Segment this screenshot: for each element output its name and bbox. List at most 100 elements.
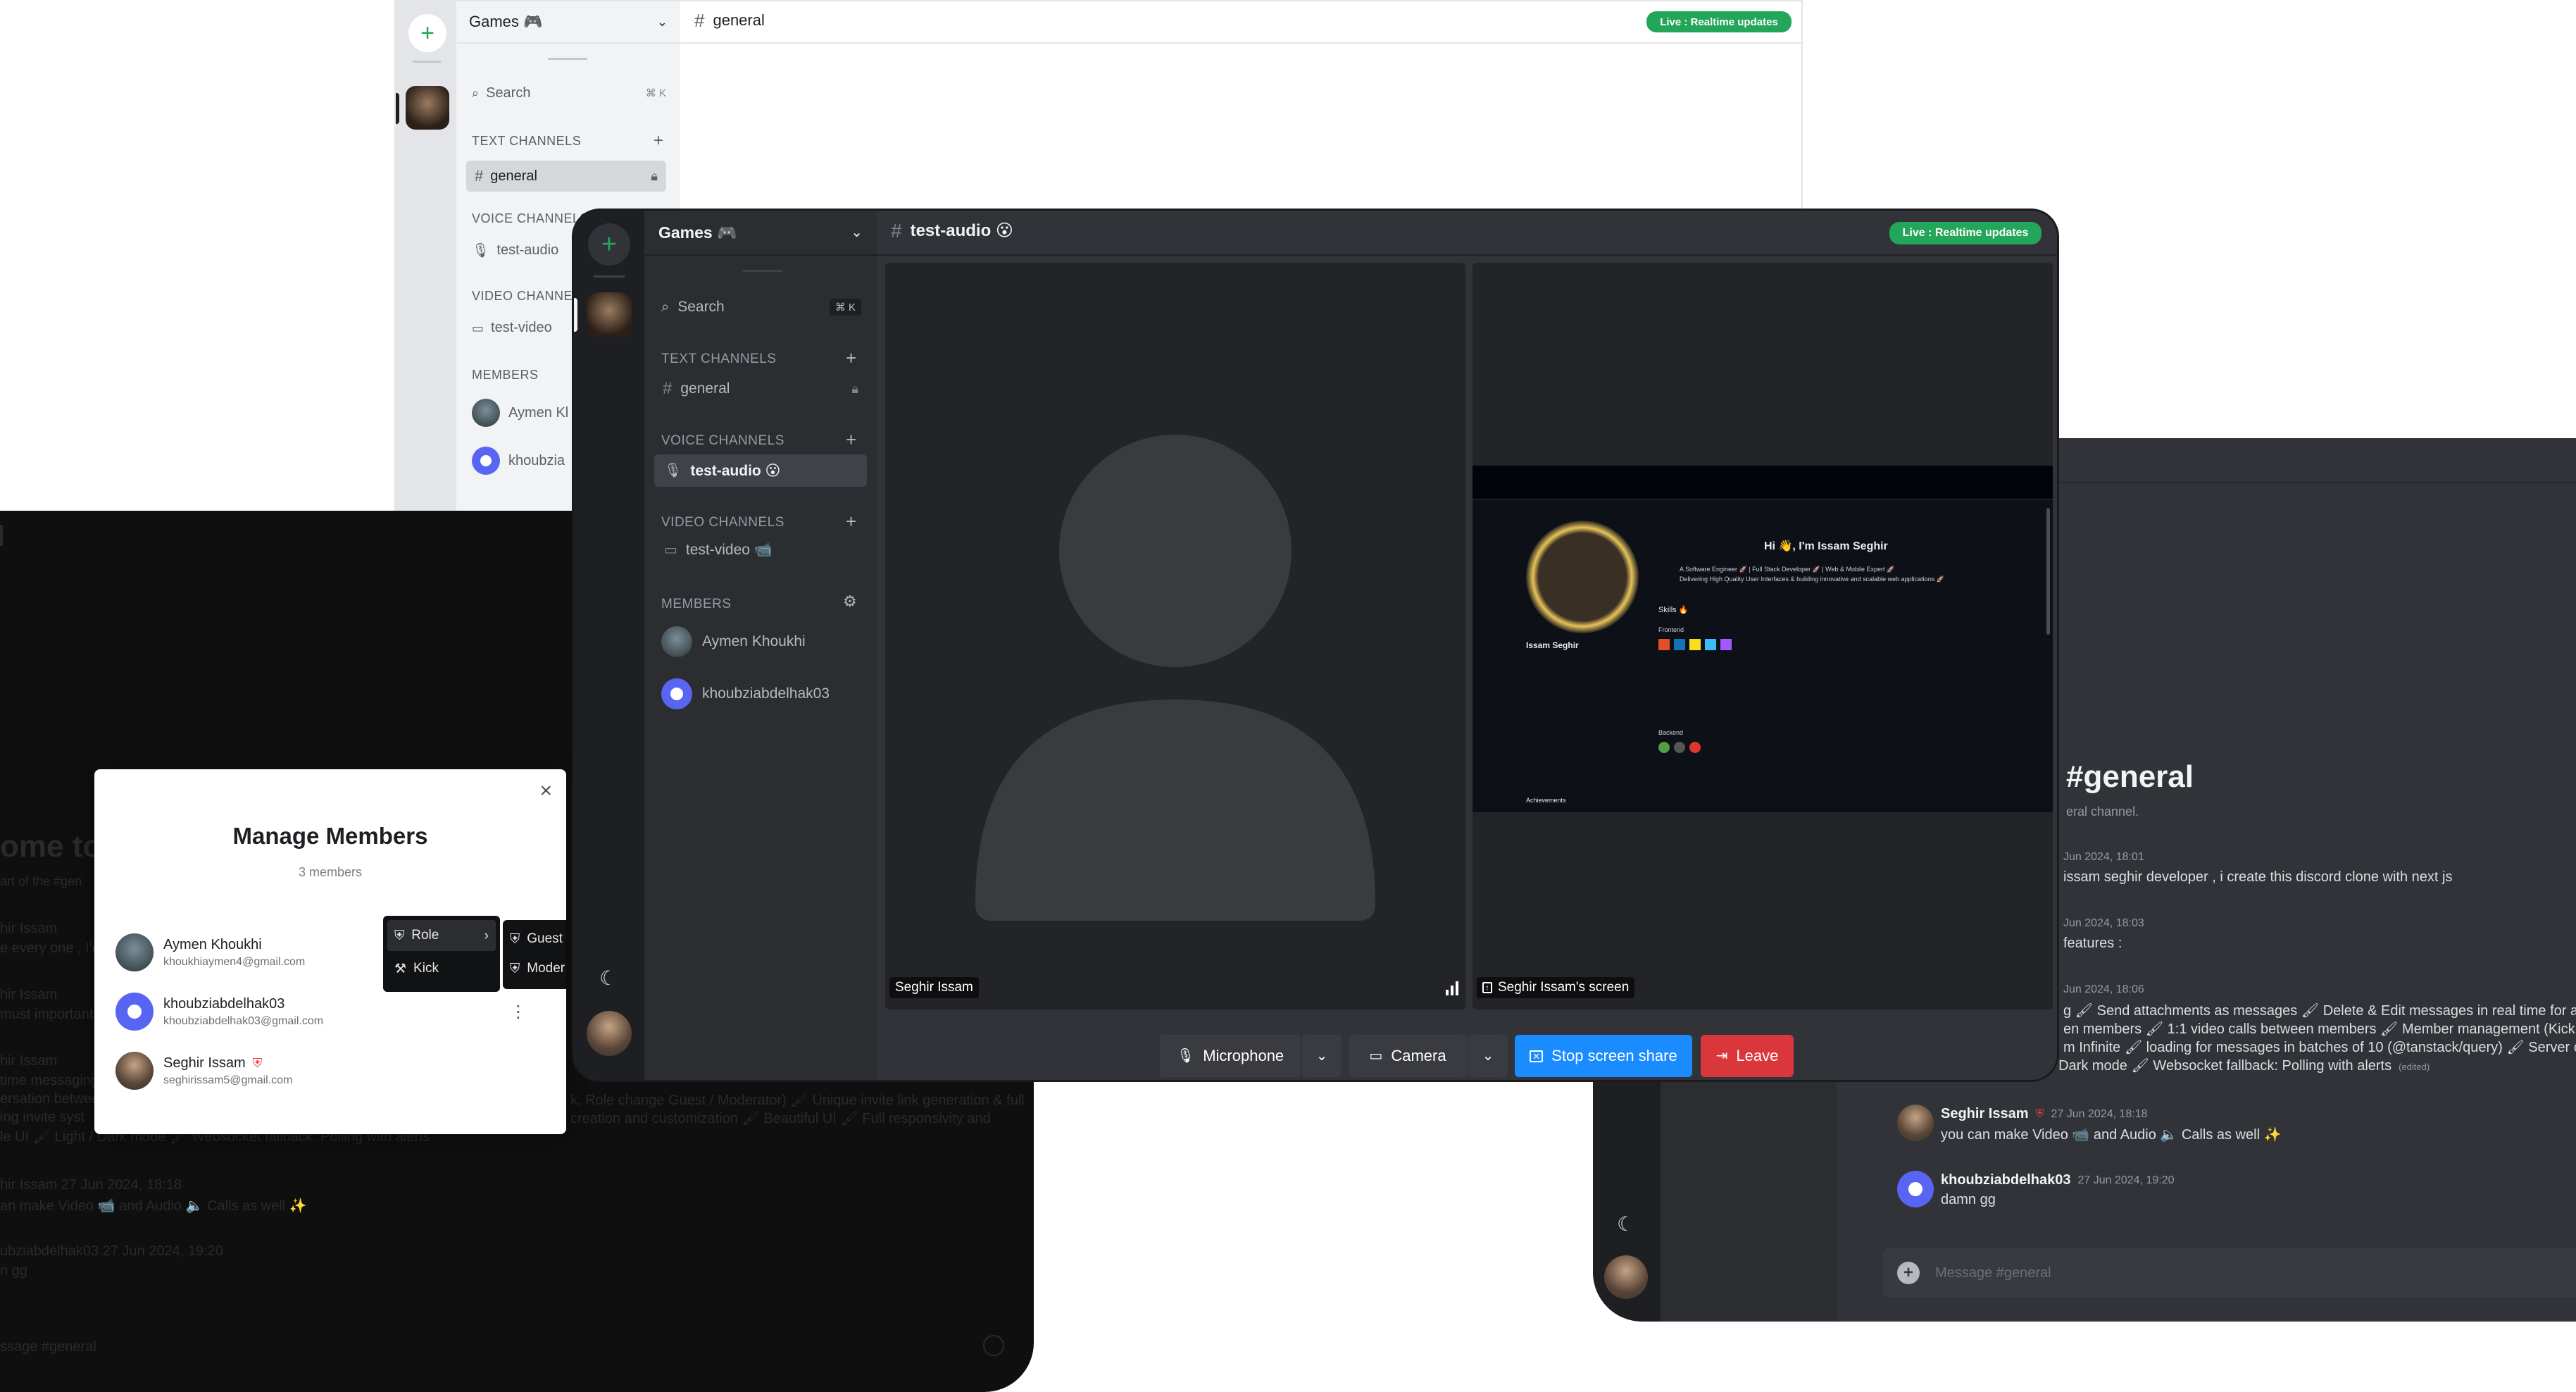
member-item[interactable]: Aymen Kl bbox=[472, 399, 568, 427]
theme-toggle-button[interactable]: ☾ bbox=[1617, 1213, 1634, 1236]
skills-label: Skills 🔥 bbox=[1658, 606, 1689, 614]
add-video-channel-icon[interactable]: + bbox=[846, 511, 856, 533]
camera-options-button[interactable]: ⌄ bbox=[1468, 1035, 1508, 1077]
user-avatar[interactable] bbox=[1604, 1255, 1648, 1299]
text-channels-label: TEXT CHANNELS bbox=[661, 352, 777, 366]
skill-icons bbox=[1658, 742, 1701, 753]
microphone-button[interactable]: 🎙︎ Microphone bbox=[1160, 1035, 1301, 1077]
channel-item-general[interactable]: # general 🔒︎ bbox=[466, 161, 666, 192]
text-channels-label: TEXT CHANNELS bbox=[472, 134, 582, 148]
chevron-down-icon: ⌄ bbox=[851, 225, 863, 240]
leave-button[interactable]: ⇥ Leave bbox=[1701, 1035, 1794, 1077]
message-text: you can make Video 📹 and Audio 🔈 Calls a… bbox=[1941, 1127, 2282, 1143]
channel-item-test-video[interactable]: ▭ test-video bbox=[472, 320, 552, 336]
menu-item-label: Kick bbox=[413, 961, 439, 976]
gavel-icon: ⚒ bbox=[394, 961, 407, 976]
user-avatar[interactable] bbox=[587, 1011, 632, 1056]
microphone-icon: 🎙︎ bbox=[472, 242, 490, 259]
menu-item-label: Role bbox=[411, 928, 439, 943]
message-text: m Infinite 🖌 loading for messages in bat… bbox=[2063, 1040, 2576, 1055]
scene: + Games 🎮 ⌄ ⌕ Search ⌘ K TEXT CHANNELS + bbox=[0, 0, 2576, 1392]
camera-button[interactable]: ▭ Camera bbox=[1349, 1035, 1467, 1077]
bg-line: hir Issam bbox=[0, 921, 58, 936]
welcome-heading: ome to bbox=[0, 829, 102, 864]
channel-item-test-audio[interactable]: 🎙︎ test-audio 😮 bbox=[654, 454, 867, 487]
menu-item-role[interactable]: ⛨ Role › bbox=[387, 920, 496, 951]
participant-tile[interactable]: Seghir Issam bbox=[885, 263, 1465, 1009]
bg-line: art of the #gen bbox=[0, 874, 82, 888]
search-button[interactable]: ⌕ Search ⌘ K bbox=[472, 79, 666, 107]
shield-icon: ⛨ bbox=[252, 1056, 263, 1070]
channel-item-test-audio[interactable]: 🎙︎ test-audio bbox=[472, 242, 558, 259]
server-icon[interactable] bbox=[587, 292, 632, 337]
member-name: Aymen Khoukhi bbox=[163, 936, 262, 952]
add-server-button[interactable]: + bbox=[588, 223, 630, 266]
member-count: 3 members bbox=[298, 865, 363, 879]
hash-icon: # bbox=[475, 167, 484, 185]
channel-item-general[interactable]: # general 🔒︎ bbox=[654, 373, 867, 405]
server-header[interactable]: Games 🎮 ⌄ bbox=[456, 1, 680, 44]
bg-line: ubziabdelhak03 27 Jun 2024, 19:20 bbox=[0, 1243, 223, 1259]
bg-line: an make Video 📹 and Audio 🔈 Calls as wel… bbox=[0, 1198, 307, 1214]
message-time: 27 Jun 2024, 18:18 bbox=[2051, 1107, 2148, 1120]
avatar bbox=[115, 993, 154, 1031]
add-text-channel-icon[interactable]: + bbox=[654, 131, 663, 151]
role-submenu: ⛨ Guest ⛨ Moder bbox=[503, 920, 566, 989]
menu-item-kick[interactable]: ⚒ Kick bbox=[383, 951, 500, 986]
chevron-down-icon: ⌄ bbox=[656, 15, 668, 29]
shield-check-icon: ⛨ bbox=[510, 961, 520, 976]
screen-share-tile[interactable]: Issam Seghir Hi 👋, I'm Issam Seghir A So… bbox=[1473, 263, 2053, 1009]
shield-icon: ⛨ bbox=[394, 928, 405, 943]
microphone-options-button[interactable]: ⌄ bbox=[1302, 1035, 1342, 1077]
message-avatar[interactable] bbox=[1897, 1171, 1934, 1207]
shield-icon: ⛨ bbox=[510, 931, 520, 947]
add-voice-channel-icon[interactable]: + bbox=[846, 429, 856, 451]
server-name: Games 🎮 bbox=[469, 13, 543, 30]
message-input-box[interactable]: + Message #general bbox=[1883, 1248, 2576, 1298]
add-server-button[interactable]: + bbox=[408, 14, 446, 52]
channel-title: test-audio 😮 bbox=[910, 221, 1013, 240]
menu-item-label: Guest bbox=[527, 931, 563, 946]
member-actions-button[interactable]: ⋮ bbox=[510, 1002, 527, 1022]
message-author[interactable]: Seghir Issam bbox=[1941, 1106, 2029, 1122]
close-button[interactable]: × bbox=[539, 779, 552, 803]
message-avatar[interactable] bbox=[1897, 1105, 1934, 1141]
member-item[interactable]: khoubziabdelhak03 bbox=[661, 678, 830, 709]
member-row: Seghir Issam ⛨ seghirissam5@gmail.com bbox=[115, 1050, 292, 1092]
avatar bbox=[472, 399, 500, 427]
theme-toggle-button[interactable]: ☾ bbox=[599, 967, 617, 990]
avatar bbox=[661, 626, 692, 657]
message-text: features : bbox=[2063, 936, 2122, 951]
members-label: MEMBERS bbox=[661, 597, 732, 611]
add-text-channel-icon[interactable]: + bbox=[846, 347, 856, 369]
camera-label: Camera bbox=[1391, 1047, 1446, 1064]
video-icon: ▭ bbox=[664, 542, 677, 558]
user-icon bbox=[670, 688, 683, 700]
menu-item-guest[interactable]: ⛨ Guest bbox=[503, 924, 566, 954]
manage-members-gear-icon[interactable]: ⚙ bbox=[843, 592, 857, 611]
profile-name: Issam Seghir bbox=[1526, 640, 1579, 650]
channel-item-test-video[interactable]: ▭ test-video 📹 bbox=[664, 542, 773, 559]
member-email: khoubziabdelhak03@gmail.com bbox=[163, 1014, 324, 1027]
member-item[interactable]: Aymen Khoukhi bbox=[661, 626, 806, 657]
channel-name: test-audio bbox=[496, 242, 559, 258]
channel-name: general bbox=[680, 380, 730, 397]
menu-item-moderator[interactable]: ⛨ Moder bbox=[503, 954, 566, 983]
server-icon[interactable] bbox=[406, 86, 449, 130]
microphone-icon: 🎙︎ bbox=[1176, 1048, 1195, 1064]
shield-icon: ⛨ bbox=[2035, 1107, 2044, 1120]
plus-circle-icon[interactable]: + bbox=[1897, 1262, 1920, 1284]
active-server-pill bbox=[574, 298, 577, 332]
server-header[interactable]: Games 🎮 ⌄ bbox=[644, 211, 877, 256]
search-button[interactable]: ⌕ Search ⌘ K bbox=[661, 292, 861, 322]
skill-icons bbox=[1658, 639, 1732, 650]
stop-screen-share-button[interactable]: ✕ Stop screen share bbox=[1515, 1035, 1692, 1077]
message-author[interactable]: khoubziabdelhak03 bbox=[1941, 1172, 2071, 1188]
screen-share-icon: ↑ bbox=[1482, 982, 1492, 993]
bg-line: ersation betwee bbox=[0, 1091, 100, 1107]
member-item[interactable]: khoubzia bbox=[472, 447, 565, 475]
camera-off-icon: ▭ bbox=[1369, 1048, 1383, 1064]
bg-line: hir Issam bbox=[0, 987, 58, 1002]
bg-line: hir Issam 27 Jun 2024, 18:18 bbox=[0, 1177, 182, 1193]
user-icon bbox=[127, 1005, 142, 1019]
